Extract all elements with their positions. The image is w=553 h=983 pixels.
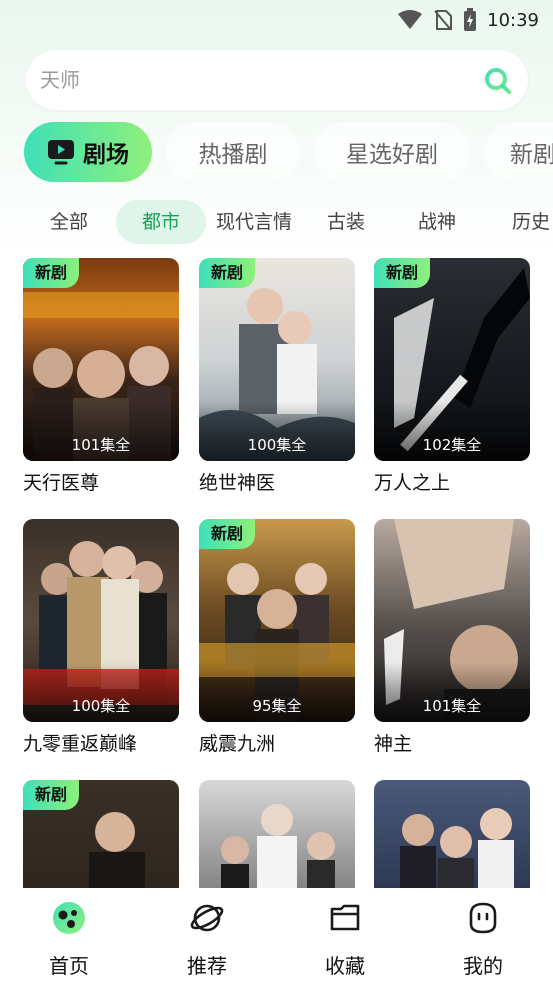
category-tab-costume[interactable]: 古装: [310, 200, 382, 244]
new-badge: 新剧: [199, 519, 256, 549]
category-tab-urban[interactable]: 都市: [116, 200, 206, 244]
new-badge: 新剧: [199, 258, 256, 288]
category-tabs: 全部 都市 现代言情 古装 战神 历史: [0, 200, 553, 244]
tab-new-dramas[interactable]: 新剧: [484, 122, 553, 182]
nav-item-favorites[interactable]: 收藏: [290, 888, 400, 983]
nav-label-home: 首页: [49, 954, 89, 978]
episode-count: 101集全: [71, 436, 131, 454]
drama-title: 万人之上: [374, 472, 451, 494]
nav-item-profile[interactable]: 我的: [428, 888, 538, 983]
folder-icon: [330, 904, 360, 931]
drama-title: 九零重返巅峰: [23, 733, 138, 755]
drama-grid: 新剧 101集全 天行医尊 新剧 100集全 绝世神医 新剧 102集全 万人之…: [0, 258, 553, 888]
status-time: 10:39: [487, 9, 539, 31]
wifi-icon: [398, 10, 423, 29]
drama-poster: 101集全: [374, 519, 530, 722]
episode-count: 95集全: [252, 697, 302, 715]
drama-title: 绝世神医: [199, 472, 276, 494]
status-bar: 10:39: [0, 0, 553, 38]
drama-title: 威震九洲: [199, 733, 276, 755]
drama-poster: 新剧: [23, 780, 179, 888]
category-tab-history[interactable]: 历史: [494, 200, 553, 244]
drama-title: 天行医尊: [23, 472, 100, 494]
episode-count: 102集全: [422, 436, 482, 454]
tv-icon: [48, 140, 74, 165]
new-badge: 新剧: [374, 258, 431, 288]
category-tab-all[interactable]: 全部: [32, 200, 106, 244]
status-icons: 10:39: [397, 8, 539, 32]
tab-theater-label: 剧场: [83, 142, 129, 168]
tab-hot-dramas-label: 热播剧: [198, 142, 268, 168]
drama-poster: 新剧 95集全: [199, 519, 355, 722]
tab-selected-dramas-label: 星选好剧: [346, 142, 438, 168]
drama-poster: 新剧 101集全: [23, 258, 179, 461]
battery-charging-icon: [464, 8, 477, 31]
episode-count: 100集全: [71, 697, 131, 715]
episode-count: 101集全: [422, 697, 482, 715]
episode-count: 100集全: [247, 436, 307, 454]
drama-title: 神主: [374, 733, 413, 755]
category-tab-romance[interactable]: 现代言情: [210, 200, 298, 244]
tab-new-dramas-label: 新剧: [510, 142, 553, 168]
search-icon[interactable]: [484, 67, 512, 95]
poster-art: [221, 804, 335, 888]
drama-poster: 100集全: [23, 519, 179, 722]
nav-label-profile: 我的: [463, 954, 503, 978]
bottom-nav: 首页 推荐 收藏 我的: [0, 888, 553, 983]
search-bar[interactable]: [26, 50, 528, 110]
nav-label-recommend: 推荐: [187, 954, 227, 978]
tab-selected-dramas[interactable]: 星选好剧: [314, 122, 470, 182]
nav-label-favorites: 收藏: [325, 954, 365, 978]
drama-poster: 新剧 102集全: [374, 258, 530, 461]
drama-poster: 新剧 100集全: [199, 258, 355, 461]
tab-hot-dramas[interactable]: 热播剧: [166, 122, 300, 182]
search-input[interactable]: [40, 64, 460, 96]
poster-art: [400, 808, 514, 888]
category-tab-war-god[interactable]: 战神: [400, 200, 474, 244]
tab-theater[interactable]: 剧场: [24, 122, 152, 182]
new-badge: 新剧: [23, 258, 80, 288]
drama-poster: [199, 780, 355, 888]
no-sim-icon: [434, 10, 453, 31]
primary-tabs: 剧场 热播剧 星选好剧 新剧: [0, 122, 553, 182]
home-icon: [53, 902, 85, 934]
new-badge: 新剧: [23, 780, 80, 810]
nav-item-recommend[interactable]: 推荐: [152, 888, 262, 983]
planet-icon: [190, 904, 224, 932]
profile-icon: [469, 902, 497, 934]
nav-item-home[interactable]: 首页: [14, 888, 124, 983]
drama-poster: [374, 780, 530, 888]
